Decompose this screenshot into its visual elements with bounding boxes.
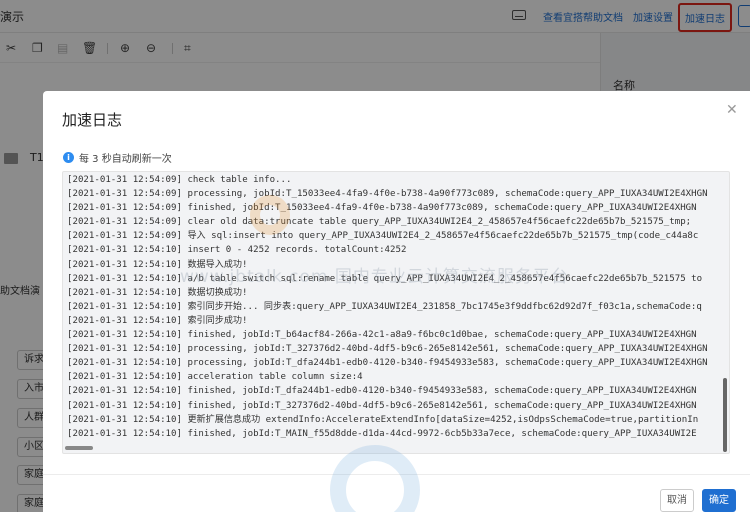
log-line: [2021-01-31 12:54:09] 导入 sql:insert into… xyxy=(67,231,699,242)
log-line: [2021-01-31 12:54:10] 索引同步开始... 同步表:quer… xyxy=(67,301,702,312)
log-line: [2021-01-31 12:54:10] processing, jobId:… xyxy=(67,344,708,355)
watermark-logo xyxy=(250,195,290,235)
log-line: [2021-01-31 12:54:09] finished, jobId:T_… xyxy=(67,203,697,214)
vertical-scrollbar[interactable] xyxy=(723,378,727,452)
cancel-button[interactable]: 取消 xyxy=(660,489,694,512)
log-line: [2021-01-31 12:54:10] finished, jobId:T_… xyxy=(67,428,697,439)
log-line: [2021-01-31 12:54:10] finished, jobId:T_… xyxy=(67,330,697,341)
log-line: [2021-01-31 12:54:10] finished, jobId:T_… xyxy=(67,400,697,411)
close-icon[interactable]: ✕ xyxy=(726,102,738,118)
log-line: [2021-01-31 12:54:10] acceleration table… xyxy=(67,372,363,383)
horizontal-scrollbar[interactable] xyxy=(65,446,93,450)
log-line: [2021-01-31 12:54:10] processing, jobId:… xyxy=(67,358,708,369)
log-lines: [2021-01-31 12:54:09] check table info..… xyxy=(67,173,727,441)
log-output[interactable]: [2021-01-31 12:54:09] check table info..… xyxy=(62,171,730,454)
watermark-text: www.jbtalk.com 国内专业云计算交流服务平台 xyxy=(180,267,569,287)
log-line: [2021-01-31 12:54:09] processing, jobId:… xyxy=(67,189,708,200)
log-line: [2021-01-31 12:54:09] clear old data:tru… xyxy=(67,217,692,228)
log-line: [2021-01-31 12:54:10] finished, jobId:T_… xyxy=(67,386,697,397)
log-line: [2021-01-31 12:54:10] insert 0 - 4252 re… xyxy=(67,245,407,256)
log-line: [2021-01-31 12:54:10] 更新扩展信息成功 extendInf… xyxy=(67,414,699,425)
log-line: [2021-01-31 12:54:10] 索引同步成功! xyxy=(67,315,248,326)
dialog-title: 加速日志 xyxy=(62,111,123,129)
confirm-button[interactable]: 确定 xyxy=(702,489,736,512)
info-icon: i xyxy=(63,152,74,163)
log-line: [2021-01-31 12:54:10] 数据切换成功! xyxy=(67,287,248,298)
acceleration-log-dialog: 加速日志 ✕ i 每 3 秒自动刷新一次 [2021-01-31 12:54:0… xyxy=(43,91,750,512)
log-line: [2021-01-31 12:54:09] check table info..… xyxy=(67,175,292,185)
refresh-info-text: 每 3 秒自动刷新一次 xyxy=(79,154,172,165)
